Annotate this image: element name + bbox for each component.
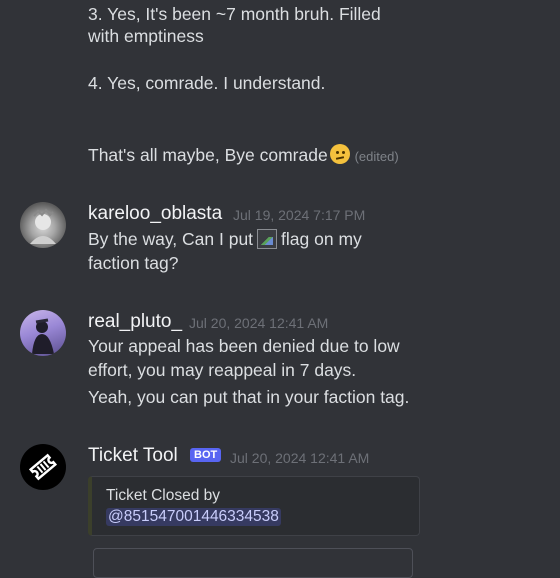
message-line: 3. Yes, It's been ~7 month bruh. Filled [88, 4, 381, 24]
embed-card [93, 548, 413, 578]
ticket-icon [28, 453, 58, 481]
username[interactable]: Ticket Tool [88, 445, 178, 467]
message-line: Your appeal has been denied due to low [88, 336, 400, 356]
message-line: with emptiness [88, 26, 204, 46]
message-line: By the way, Can I put flag on my [88, 227, 362, 251]
username[interactable]: real_pluto_ [88, 311, 182, 333]
username[interactable]: kareloo_oblasta [88, 203, 222, 225]
message-line-closing: That's all maybe, Bye comrade (edited) [88, 143, 399, 169]
message-line: faction tag? [88, 253, 179, 273]
avatar[interactable] [20, 444, 66, 490]
confused-face-emoji-icon [329, 144, 350, 164]
avatar[interactable] [20, 310, 66, 356]
flag-image-icon[interactable] [257, 229, 278, 249]
embed-title: Ticket Closed by [106, 487, 220, 504]
edited-label: (edited) [354, 149, 399, 164]
user-mention[interactable]: @851547001446334538 [106, 508, 281, 526]
timestamp[interactable]: Jul 20, 2024 12:41 AM [230, 450, 369, 466]
avatar-image [32, 318, 54, 354]
message-text: By the way, Can I put [88, 229, 254, 249]
embed-card: Ticket Closed by @851547001446334538 [88, 476, 420, 536]
message-line: Yeah, you can put that in your faction t… [88, 387, 410, 407]
message-line: effort, you may reappeal in 7 days. [88, 360, 357, 380]
avatar[interactable] [20, 202, 66, 248]
message-line: 4. Yes, comrade. I understand. [88, 73, 326, 93]
avatar-image [30, 208, 56, 244]
closing-text: That's all maybe, Bye comrade [88, 145, 328, 165]
timestamp[interactable]: Jul 19, 2024 7:17 PM [233, 207, 365, 223]
message-text: flag on my [281, 229, 362, 249]
timestamp[interactable]: Jul 20, 2024 12:41 AM [189, 315, 328, 331]
bot-badge: BOT [190, 448, 222, 462]
